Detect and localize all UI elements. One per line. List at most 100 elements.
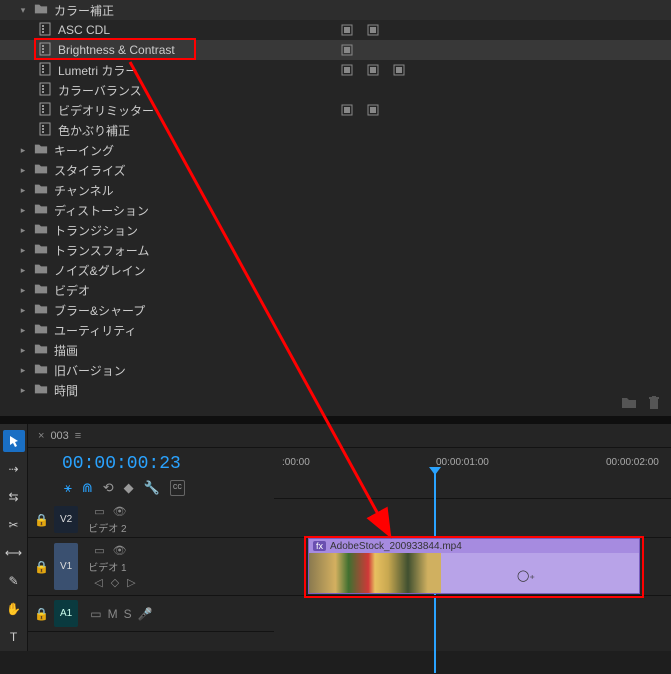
type-tool[interactable]: T bbox=[3, 626, 25, 648]
wrench-icon[interactable]: 🔧 bbox=[144, 480, 160, 496]
timeline-control-icons: ⚹ ⋒ ⟲ ◆ 🔧 cc bbox=[64, 480, 264, 496]
effects-group[interactable]: ▸ スタイライズ bbox=[0, 160, 671, 180]
effects-group[interactable]: ▸ チャンネル bbox=[0, 180, 671, 200]
razor-tool[interactable]: ✂ bbox=[3, 514, 25, 536]
sync-lock-icon[interactable]: ▭ bbox=[94, 505, 104, 518]
effects-group[interactable]: ▸ ノイズ&グレイン bbox=[0, 260, 671, 280]
effects-group-label: トランスフォーム bbox=[54, 242, 149, 259]
snap-icon[interactable]: ⚹ bbox=[64, 480, 72, 496]
effect-item[interactable]: カラーバランス bbox=[0, 80, 671, 100]
lock-icon[interactable]: 🔒 bbox=[34, 560, 48, 574]
accelerator-icon bbox=[340, 63, 354, 77]
effects-group-color-correction[interactable]: ▾ カラー補正 bbox=[0, 0, 671, 20]
clip-name: AdobeStock_200933844.mp4 bbox=[330, 541, 462, 552]
effects-group-label: ビデオ bbox=[54, 282, 90, 299]
effects-group[interactable]: ▸ ユーティリティ bbox=[0, 320, 671, 340]
effects-group[interactable]: ▸ 時間 bbox=[0, 380, 671, 400]
folder-icon bbox=[34, 242, 48, 259]
voice-icon[interactable]: 🎤 bbox=[138, 607, 153, 621]
track-badge[interactable]: V1 bbox=[54, 543, 78, 590]
effect-item[interactable]: ビデオリミッター bbox=[0, 100, 671, 120]
effect-item[interactable]: 色かぶり補正 bbox=[0, 120, 671, 140]
accelerator-icon bbox=[366, 103, 380, 117]
linked-selection-icon[interactable]: ⟲ bbox=[103, 480, 114, 496]
chevron-right-icon: ▸ bbox=[18, 305, 28, 316]
ruler-label: :00:00 bbox=[282, 457, 310, 468]
marker-icon[interactable]: ◆ bbox=[124, 480, 134, 496]
track-header-a1[interactable]: 🔒 A1 ▭ M S 🎤 bbox=[28, 596, 274, 632]
keyframe-icon[interactable]: ◇ bbox=[111, 576, 119, 589]
effects-group[interactable]: ▸ ディストーション bbox=[0, 200, 671, 220]
fx-badge[interactable]: fx bbox=[313, 541, 326, 551]
track-name: ビデオ 2 bbox=[88, 520, 126, 535]
close-tab-icon[interactable]: × bbox=[38, 430, 44, 442]
chevron-right-icon: ▸ bbox=[18, 165, 28, 176]
chevron-right-icon: ▸ bbox=[18, 185, 28, 196]
panel-footer bbox=[611, 392, 671, 416]
preset-icon bbox=[38, 42, 52, 59]
accelerator-icon bbox=[340, 103, 354, 117]
effect-item[interactable]: Lumetri カラー bbox=[0, 60, 671, 80]
magnet-icon[interactable]: ⋒ bbox=[82, 480, 93, 496]
chevron-right-icon: ▸ bbox=[18, 365, 28, 376]
timecode-display[interactable]: 00:00:00:23 bbox=[62, 454, 264, 474]
effects-group[interactable]: ▸ トランスフォーム bbox=[0, 240, 671, 260]
preset-icon bbox=[38, 122, 52, 139]
sequence-tab[interactable]: × 003 ≡ bbox=[28, 424, 671, 448]
lock-icon[interactable]: 🔒 bbox=[34, 513, 48, 527]
effect-label: Lumetri カラー bbox=[58, 62, 137, 79]
slip-tool[interactable]: ⟷ bbox=[3, 542, 25, 564]
effect-item[interactable]: Brightness & Contrast bbox=[0, 40, 671, 60]
new-bin-icon[interactable] bbox=[621, 396, 637, 412]
track-header-v1[interactable]: 🔒 V1 ▭ 👁 ビデオ 1 ◁ ◇ ▷ bbox=[28, 538, 274, 596]
effects-group[interactable]: ▸ 旧バージョン bbox=[0, 360, 671, 380]
effects-group-label: ブラー&シャープ bbox=[54, 302, 145, 319]
sync-lock-icon[interactable]: ▭ bbox=[94, 544, 104, 557]
folder-icon bbox=[34, 362, 48, 379]
track-content-area[interactable]: fx AdobeStock_200933844.mp4 ◯₊ bbox=[274, 502, 671, 632]
time-ruler[interactable]: :00:00 00:00:01:00 00:00:02:00 bbox=[274, 451, 671, 499]
effect-label: ASC CDL bbox=[58, 23, 110, 37]
track-header-v2[interactable]: 🔒 V2 ▭ 👁 ビデオ 2 bbox=[28, 502, 274, 538]
solo-button[interactable]: S bbox=[124, 607, 132, 621]
effects-group[interactable]: ▸ ビデオ bbox=[0, 280, 671, 300]
clip-thumbnail bbox=[309, 553, 441, 594]
panel-menu-icon[interactable]: ≡ bbox=[75, 430, 81, 442]
preset-icon bbox=[38, 102, 52, 119]
next-keyframe-icon[interactable]: ▷ bbox=[127, 576, 135, 589]
pen-tool[interactable]: ✎ bbox=[3, 570, 25, 592]
preset-icon bbox=[38, 62, 52, 79]
track-badge[interactable]: V2 bbox=[54, 506, 78, 533]
cc-icon[interactable]: cc bbox=[170, 480, 185, 496]
effects-group[interactable]: ▸ トランジション bbox=[0, 220, 671, 240]
preset-icon bbox=[38, 22, 52, 39]
eye-icon[interactable]: 👁 bbox=[113, 505, 127, 518]
prev-keyframe-icon[interactable]: ◁ bbox=[94, 576, 102, 589]
folder-icon bbox=[34, 282, 48, 299]
effects-group[interactable]: ▸ キーイング bbox=[0, 140, 671, 160]
folder-icon bbox=[34, 182, 48, 199]
hand-tool[interactable]: ✋ bbox=[3, 598, 25, 620]
track-select-tool[interactable]: ⇢ bbox=[3, 458, 25, 480]
folder-icon bbox=[34, 322, 48, 339]
sequence-name: 003 bbox=[50, 430, 68, 442]
effects-group[interactable]: ▸ ブラー&シャープ bbox=[0, 300, 671, 320]
effect-item[interactable]: ASC CDL bbox=[0, 20, 671, 40]
accelerator-icon bbox=[340, 43, 354, 57]
trash-icon[interactable] bbox=[647, 396, 661, 412]
effects-group-label: キーイング bbox=[54, 142, 114, 159]
effect-label: Brightness & Contrast bbox=[58, 43, 175, 57]
lock-icon[interactable]: 🔒 bbox=[34, 607, 48, 621]
effects-group-label: チャンネル bbox=[54, 182, 114, 199]
ruler-label: 00:00:01:00 bbox=[436, 457, 489, 468]
video-clip[interactable]: fx AdobeStock_200933844.mp4 ◯₊ bbox=[308, 538, 640, 594]
selection-tool[interactable] bbox=[3, 430, 25, 452]
effects-group-label: スタイライズ bbox=[54, 162, 126, 179]
mute-button[interactable]: M bbox=[108, 607, 118, 621]
sync-lock-icon[interactable]: ▭ bbox=[90, 607, 101, 621]
ripple-edit-tool[interactable]: ⇆ bbox=[3, 486, 25, 508]
eye-icon[interactable]: 👁 bbox=[113, 544, 127, 557]
effect-label: 色かぶり補正 bbox=[58, 122, 130, 139]
track-badge[interactable]: A1 bbox=[54, 600, 78, 627]
effects-group[interactable]: ▸ 描画 bbox=[0, 340, 671, 360]
